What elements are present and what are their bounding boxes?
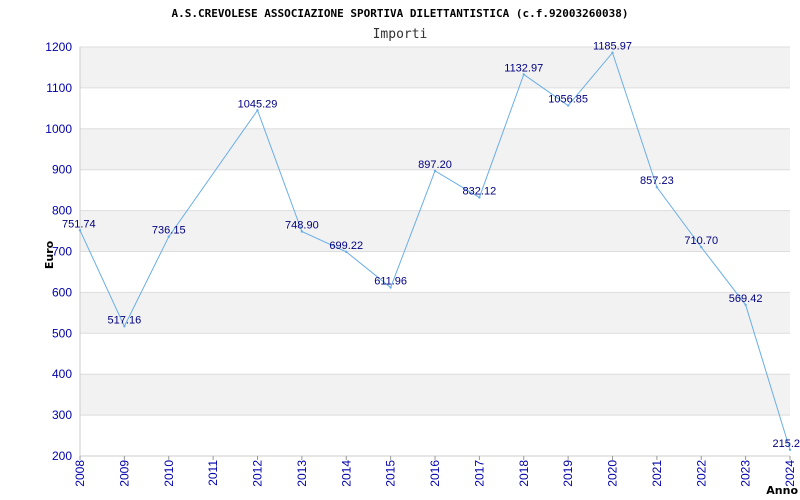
x-tick-label: 2016 [428, 460, 442, 487]
x-tick-label: 2012 [251, 460, 265, 487]
x-tick-label: 2008 [73, 460, 87, 487]
y-tick-label: 500 [52, 326, 72, 340]
x-tick-label: 2017 [472, 460, 486, 487]
data-label: 1132.97 [504, 62, 543, 74]
grid-band [80, 292, 790, 334]
chart-root: A.S.CREVOLESE ASSOCIAZIONE SPORTIVA DILE… [0, 0, 800, 500]
y-axis-label: Euro [43, 240, 56, 269]
x-tick-label: 2015 [384, 460, 398, 487]
data-label: 710.70 [684, 235, 718, 247]
data-label: 832.12 [463, 185, 497, 197]
x-tick-label: 2020 [606, 460, 620, 487]
data-label: 897.20 [418, 159, 452, 171]
x-tick-label: 2010 [162, 460, 176, 487]
x-tick-label: 2023 [739, 460, 753, 487]
y-tick-label: 400 [52, 367, 72, 381]
y-tick-label: 900 [52, 163, 72, 177]
data-label: 1056.85 [548, 94, 588, 106]
grid-band [80, 374, 790, 416]
data-label: 857.23 [640, 175, 674, 187]
x-tick-label: 2018 [517, 460, 531, 487]
y-tick-label: 800 [52, 204, 72, 218]
data-label: 751.74 [62, 218, 96, 230]
y-tick-label: 300 [52, 408, 72, 422]
grid-band [80, 47, 790, 88]
x-axis-label: Anno [766, 484, 798, 497]
x-tick-label: 2013 [295, 460, 309, 487]
data-label: 736.15 [152, 225, 186, 237]
y-tick-label: 600 [52, 285, 72, 299]
grid-bands [80, 47, 790, 416]
y-tick-label: 1100 [46, 81, 72, 95]
data-label: 699.22 [329, 240, 363, 252]
data-label: 748.90 [285, 219, 319, 231]
x-tick-labels: 2008 2009 2010 2011 2012 2013 2014 2015 2016 2017… [73, 456, 797, 487]
x-tick-label: 2022 [694, 460, 708, 487]
data-label: 215.2 [772, 438, 800, 450]
y-tick-label: 200 [52, 449, 72, 463]
x-tick-label: 2024 [783, 460, 797, 487]
data-label: 569.42 [729, 293, 763, 305]
x-tick-label: 2011 [206, 460, 220, 486]
x-tick-label: 2014 [339, 460, 353, 487]
x-tick-label: 2009 [117, 460, 131, 487]
x-tick-label: 2021 [650, 460, 664, 487]
y-tick-label: 1200 [45, 40, 72, 54]
chart-title: A.S.CREVOLESE ASSOCIAZIONE SPORTIVA DILE… [172, 7, 629, 20]
y-tick-label: 1000 [45, 122, 72, 136]
x-tick-label: 2019 [561, 460, 575, 487]
chart-subtitle: Importi [373, 27, 428, 42]
data-label: 1045.29 [238, 98, 278, 110]
data-label: 1185.97 [593, 41, 632, 53]
data-label: 611.96 [374, 276, 407, 288]
line-chart: A.S.CREVOLESE ASSOCIAZIONE SPORTIVA DILE… [43, 7, 800, 497]
data-label: 517.16 [108, 314, 142, 326]
